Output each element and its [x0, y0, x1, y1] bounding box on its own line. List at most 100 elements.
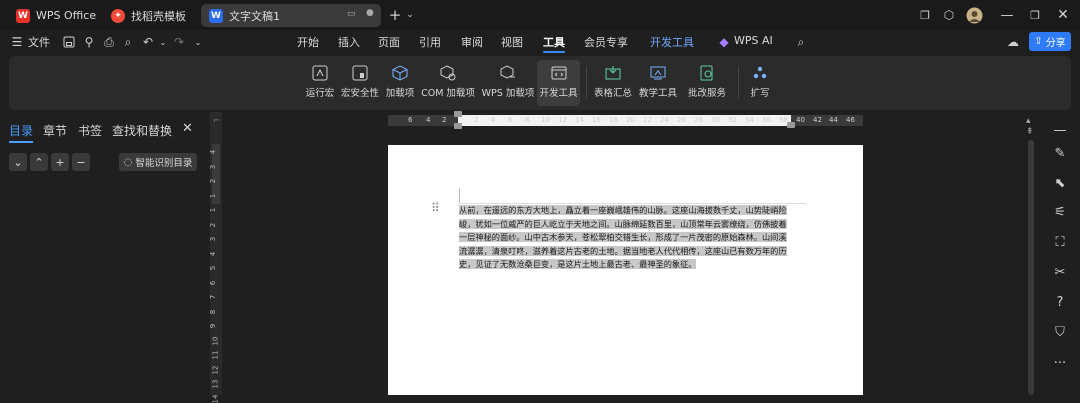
cube-icon[interactable]: ⬡ [940, 6, 958, 24]
run-macro-button[interactable]: 运行宏 [305, 60, 335, 106]
first-indent-marker[interactable] [454, 111, 462, 117]
vertical-scrollbar[interactable] [1028, 140, 1034, 395]
selected-text: 流潺潺，清泉叮咚，滋养着这片古老的土地。据当地老人代代相传，这座山已有数万年的历 [459, 245, 787, 256]
more-icon[interactable]: ··· [1052, 355, 1068, 371]
vertical-ruler: ⌐ 4 3 2 1 1 2 3 4 5 6 7 8 9 10 11 12 13 14 [209, 112, 222, 403]
shirt-icon[interactable]: ⛉ [1052, 324, 1068, 340]
table-summary-button[interactable]: 表格汇总 [593, 60, 633, 106]
cursor-icon[interactable]: ⬉ [1052, 175, 1068, 191]
share-button[interactable]: ⇪ 分享 [1029, 32, 1071, 51]
right-indent-marker[interactable] [787, 122, 795, 128]
ruler-tick-label: 6 [209, 280, 218, 285]
close-tab-icon[interactable]: ● [366, 8, 374, 18]
tab-wps-office[interactable]: W WPS Office [8, 4, 104, 27]
ruler-tick-label: 20 [626, 116, 635, 124]
menu-view[interactable]: 视图 [501, 34, 523, 50]
undo-icon[interactable]: ↶ [141, 35, 155, 49]
ruler-tick-label: 13 [211, 379, 220, 389]
menu-tools[interactable]: 工具 [543, 34, 565, 53]
developer-tools-button[interactable]: 开发工具 [537, 60, 580, 106]
ruler-tick-label: 32 [728, 116, 737, 124]
menu-review[interactable]: 审阅 [461, 34, 483, 50]
chevron-down-icon[interactable]: ⌄ [191, 35, 205, 49]
navigation-pane: 目录 章节 书签 查找和替换 ✕ ⌄ ⌃ + − ◌ 智能识别目录 [0, 112, 208, 395]
com-addins-button[interactable]: COM 加载项 [420, 60, 476, 106]
search-icon[interactable]: ⌕ [794, 35, 808, 49]
ribbon-label: 教学工具 [638, 88, 677, 99]
image-edit-icon[interactable]: ⛶ [1052, 234, 1068, 250]
minimize-icon[interactable]: — [998, 6, 1016, 24]
sliders-icon[interactable]: ⚟ [1052, 204, 1068, 220]
hamburger-icon[interactable]: ☰ [10, 35, 24, 49]
tab-document[interactable]: W 文字文稿1 ▭ ● [201, 4, 381, 27]
menu-page[interactable]: 页面 [378, 34, 400, 50]
chevron-down-icon[interactable]: ⌄ [156, 35, 170, 49]
ruler-tick-label: 5 [209, 265, 218, 271]
expand-writing-button[interactable]: 扩写 [745, 60, 775, 106]
wps-addins-button[interactable]: WPS 加载项 [480, 60, 536, 106]
close-panel-icon[interactable]: ✕ [182, 121, 193, 136]
tab-bookmarks[interactable]: 书签 [78, 122, 102, 139]
menu-reference[interactable]: 引用 [419, 34, 441, 50]
ruler-tick-label: 18 [609, 116, 618, 124]
collapse-icon[interactable]: ⌄ [9, 153, 27, 171]
print-preview-icon[interactable]: ⌕ [121, 35, 135, 49]
key-icon[interactable]: ⚲ [82, 35, 96, 49]
menu-wps-ai[interactable]: WPS AI [734, 34, 773, 47]
tools-icon[interactable]: ✂ [1052, 264, 1068, 280]
add-heading-icon[interactable]: + [51, 153, 69, 171]
tab-toc[interactable]: 目录 [9, 122, 34, 143]
smart-toc-button[interactable]: ◌ 智能识别目录 [119, 153, 197, 171]
menu-file[interactable]: 文件 [28, 34, 50, 50]
ruler-tick-label: 16 [592, 116, 601, 124]
menu-developer[interactable]: 开发工具 [650, 34, 694, 50]
save-icon[interactable] [62, 35, 76, 49]
chevron-down-icon[interactable]: ⌄ [401, 6, 419, 24]
ribbon-label: 扩写 [750, 88, 770, 99]
tab-docer[interactable]: ✦ 找稻壳模板 [103, 4, 194, 27]
tab-find-replace[interactable]: 查找和替换 [112, 122, 172, 139]
monitor-icon[interactable]: ▭ [347, 9, 356, 19]
ruler-tick-label: 12 [211, 365, 220, 374]
expand-icon[interactable]: ⌃ [30, 153, 48, 171]
avatar[interactable] [965, 6, 983, 24]
selected-text: 峻，犹如一位威严的巨人屹立于天地之间。山脉绵延数百里，山顶常年云雾缭绕，仿佛披着 [459, 218, 787, 229]
margin-corner [459, 188, 460, 204]
pen-icon[interactable]: ✎ [1052, 145, 1068, 161]
scroll-up-icon[interactable]: ▴ [1026, 116, 1031, 126]
ruler-tick-label: 42 [813, 116, 822, 124]
ruler-tick-label: 30 [711, 116, 720, 124]
ruler-tick-label: 12 [558, 116, 567, 124]
ai-bubble-icon: ◌ [123, 156, 133, 168]
menu-member[interactable]: 会员专享 [584, 34, 628, 50]
document-body[interactable]: 从前，在遥远的东方大地上，矗立着一座巍峨雄伟的山脉。这座山海拔数千丈，山势陡峭险… [459, 204, 791, 272]
menu-icon[interactable]: — [1052, 122, 1068, 138]
addins-button[interactable]: 加载项 [384, 60, 416, 106]
maximize-icon[interactable]: ❐ [1026, 6, 1044, 24]
scroll-top-icon[interactable]: ⇞ [1026, 127, 1034, 137]
macro-security-button[interactable]: 宏安全性 [340, 60, 380, 106]
code-window-icon [551, 66, 566, 80]
drag-handle-icon[interactable]: ⠿ [431, 201, 440, 215]
close-window-icon[interactable]: ✕ [1054, 6, 1072, 24]
remove-heading-icon[interactable]: − [72, 153, 90, 171]
cloud-icon[interactable]: ☁ [1006, 35, 1020, 49]
ruler-tick-label: 6 [508, 116, 513, 124]
ruler-tick-label: 10 [211, 336, 220, 345]
menu-insert[interactable]: 插入 [338, 34, 360, 50]
share-label: 分享 [1045, 38, 1066, 49]
window-restore-icon[interactable]: ❐ [916, 6, 934, 24]
ruler-tick-label: 7 [209, 294, 218, 300]
correction-service-button[interactable]: 批改服务 [683, 60, 731, 106]
ruler-corner-icon[interactable]: ⌐ [213, 116, 220, 125]
teaching-tools-button[interactable]: 教学工具 [637, 60, 679, 106]
help-icon[interactable]: ? [1052, 294, 1068, 310]
menu-start[interactable]: 开始 [297, 34, 319, 50]
ribbon-label: WPS 加载项 [481, 88, 535, 99]
ruler-tick-label: 4 [209, 251, 218, 256]
redo-icon[interactable]: ↷ [172, 35, 186, 49]
hanging-indent-marker[interactable] [454, 123, 462, 129]
print-icon[interactable]: ⎙ [102, 35, 116, 49]
wps-ai-icon: ◆ [719, 35, 729, 49]
tab-chapters[interactable]: 章节 [43, 122, 67, 139]
